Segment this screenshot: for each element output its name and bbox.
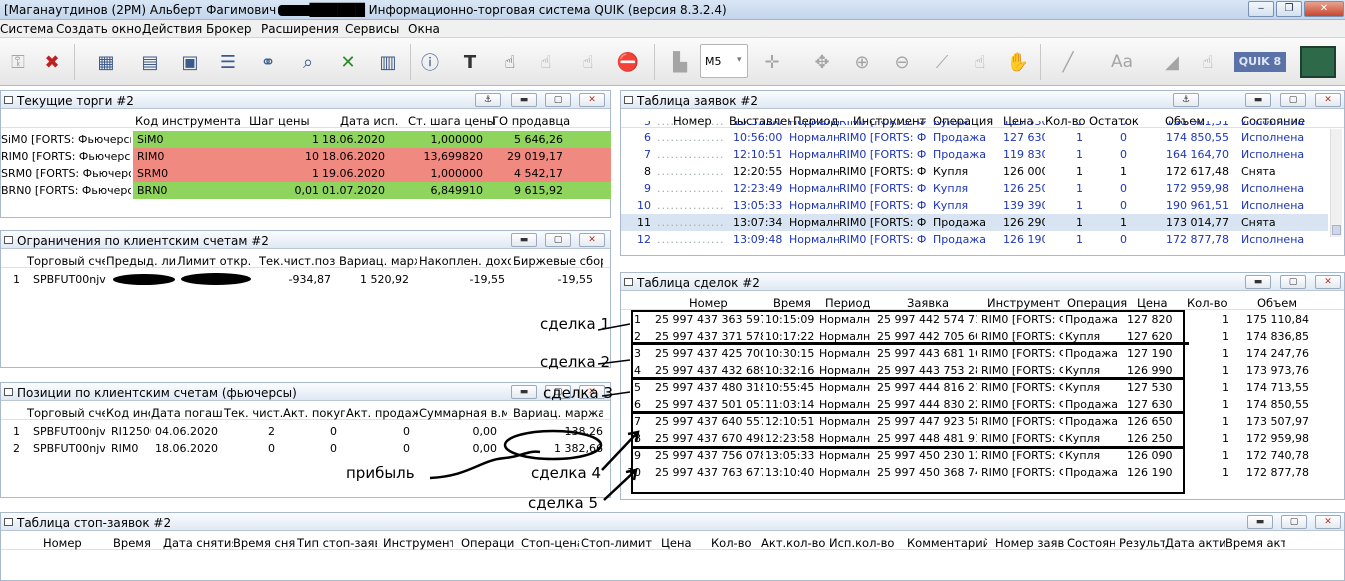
redaction-mark bbox=[278, 5, 320, 16]
annotation-strokes bbox=[429, 323, 640, 501]
deal5-arrow bbox=[603, 468, 638, 501]
deal4-arrow bbox=[601, 430, 640, 471]
deal-pointers bbox=[597, 323, 631, 397]
